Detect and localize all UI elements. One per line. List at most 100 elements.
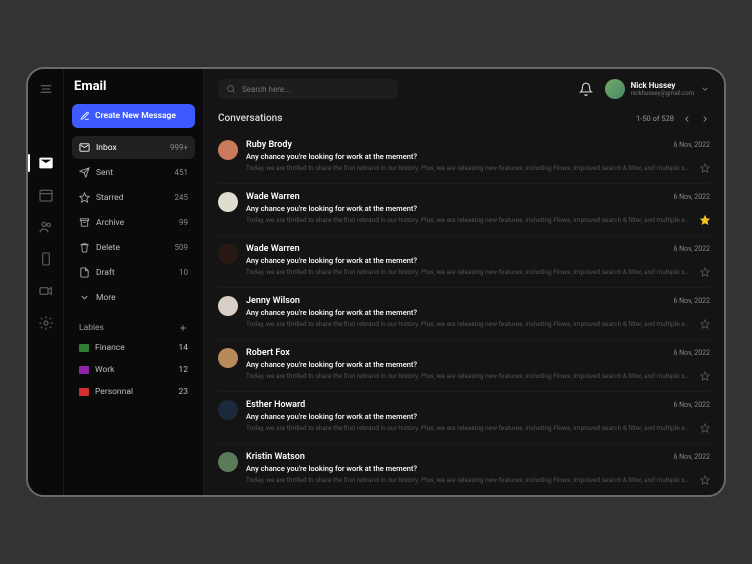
labels-header: Lables xyxy=(72,319,195,337)
avatar xyxy=(218,348,238,368)
more-icon xyxy=(79,292,90,303)
conversation-item[interactable]: Robert Fox 6 Nov, 2022 Any chance you're l… xyxy=(218,340,710,392)
create-message-button[interactable]: Create New Message xyxy=(72,104,195,128)
user-email: nickhussey@gmail.com xyxy=(631,90,694,97)
star-icon[interactable] xyxy=(700,475,710,485)
sidebar-item-more[interactable]: More xyxy=(72,286,195,309)
app-title: Email xyxy=(72,79,195,94)
label-swatch xyxy=(79,388,89,396)
label-count: 14 xyxy=(178,343,188,353)
conversation-item[interactable]: Esther Howard6 Nov, 2022Any chance you'r… xyxy=(218,392,710,444)
conversation-item[interactable]: Wade Warren 6 Nov, 2022 Any chance you're … xyxy=(218,236,710,288)
avatar xyxy=(218,140,238,160)
star-icon[interactable] xyxy=(700,423,710,433)
create-label: Create New Message xyxy=(95,111,176,121)
folder-count: 99 xyxy=(179,218,188,227)
conversation-preview: Today, we are thrilled to share the firs… xyxy=(246,268,692,276)
folder-label: Draft xyxy=(96,268,115,278)
video-icon[interactable] xyxy=(38,283,54,299)
conversation-subject: Any chance you're looking for work at th… xyxy=(246,256,710,265)
device-frame: Email Create New Message Inbox999+Sent45… xyxy=(26,67,726,497)
sender-name: Ruby Brody xyxy=(246,140,292,150)
notifications-icon[interactable] xyxy=(579,82,593,96)
user-menu[interactable]: Nick Hussey nickhussey@gmail.com xyxy=(605,79,710,99)
conversation-date: 6 Nov, 2022 xyxy=(674,401,710,409)
star-icon[interactable] xyxy=(700,163,710,173)
search-box[interactable] xyxy=(218,79,398,99)
avatar xyxy=(218,296,238,316)
user-name: Nick Hussey xyxy=(631,81,694,90)
sidebar-item-sent[interactable]: Sent451 xyxy=(72,161,195,184)
sidebar-item-starred[interactable]: Starred 245 xyxy=(72,186,195,209)
label-swatch xyxy=(79,344,89,352)
folder-label: More xyxy=(96,293,116,303)
list-header: Conversations 1-50 of 528 xyxy=(204,109,724,132)
search-icon xyxy=(226,84,236,94)
search-input[interactable] xyxy=(242,85,390,94)
starred-icon xyxy=(79,192,90,203)
inbox-icon xyxy=(79,142,90,153)
avatar xyxy=(605,79,625,99)
conversation-item[interactable]: Wade Warren6 Nov, 2022Any chance you're … xyxy=(218,184,710,236)
label-name: Finance xyxy=(95,343,125,353)
avatar xyxy=(218,452,238,472)
sidebar-item-delete[interactable]: Delete509 xyxy=(72,236,195,259)
star-icon[interactable] xyxy=(700,319,710,329)
delete-icon xyxy=(79,242,90,253)
folder-count: 245 xyxy=(175,193,189,202)
sender-name: Wade Warren xyxy=(246,244,300,254)
avatar xyxy=(218,400,238,420)
conversation-subject: Any chance you're looking for work at th… xyxy=(246,204,710,213)
folder-list: Inbox999+Sent451Starred245Archive99Delet… xyxy=(72,136,195,309)
conversation-item[interactable]: Jenny Wilson6 Nov, 2022Any chance you're… xyxy=(218,288,710,340)
labels-header-text: Lables xyxy=(79,323,104,333)
compose-icon xyxy=(80,111,90,121)
conversation-preview: Today, we are thrilled to share the firs… xyxy=(246,372,692,380)
sent-icon xyxy=(79,167,90,178)
pagination: 1-50 of 528 xyxy=(636,114,710,124)
calendar-icon[interactable] xyxy=(38,187,54,203)
conversation-item[interactable]: Kristin Watson6 Nov, 2022Any chance you'… xyxy=(218,444,710,495)
prev-page-icon[interactable] xyxy=(682,114,692,124)
star-icon[interactable] xyxy=(700,371,710,381)
avatar xyxy=(218,244,238,264)
topbar: Nick Hussey nickhussey@gmail.com xyxy=(204,69,724,109)
conversation-date: 6 Nov, 2022 xyxy=(674,297,710,305)
sender-name: Robert Fox xyxy=(246,348,290,358)
label-name: Work xyxy=(95,365,114,375)
users-icon[interactable] xyxy=(38,219,54,235)
conversation-subject: Any chance you're looking for work at th… xyxy=(246,360,710,369)
phone-icon[interactable] xyxy=(38,251,54,267)
folder-label: Starred xyxy=(96,193,123,203)
folder-label: Delete xyxy=(96,243,120,253)
label-item[interactable]: Personnal23 xyxy=(72,381,195,403)
page-info: 1-50 of 528 xyxy=(636,114,674,123)
conversation-date: 6 Nov, 2022 xyxy=(674,245,710,253)
label-swatch xyxy=(79,366,89,374)
conversation-list[interactable]: Ruby Brody 6 Nov, 2022 Any chance you're l… xyxy=(204,132,724,495)
folder-count: 999+ xyxy=(170,143,188,152)
sidebar: Email Create New Message Inbox999+Sent45… xyxy=(64,69,204,495)
conversation-preview: Today, we are thrilled to share the firs… xyxy=(246,164,692,172)
conversation-date: 6 Nov, 2022 xyxy=(674,453,710,461)
sidebar-item-archive[interactable]: Archive99 xyxy=(72,211,195,234)
settings-icon[interactable] xyxy=(38,315,54,331)
sidebar-item-inbox[interactable]: Inbox999+ xyxy=(72,136,195,159)
conversation-item[interactable]: Ruby Brody 6 Nov, 2022 Any chance you're l… xyxy=(218,132,710,184)
mail-icon[interactable] xyxy=(38,155,54,171)
label-item[interactable]: Work12 xyxy=(72,359,195,381)
sidebar-item-draft[interactable]: Draft10 xyxy=(72,261,195,284)
sender-name: Jenny Wilson xyxy=(246,296,300,306)
add-label-icon[interactable] xyxy=(178,323,188,333)
conversation-date: 6 Nov, 2022 xyxy=(674,349,710,357)
conversation-subject: Any chance you're looking for work at th… xyxy=(246,152,710,161)
conversation-preview: Today, we are thrilled to share the firs… xyxy=(246,320,692,328)
star-icon[interactable] xyxy=(700,267,710,277)
next-page-icon[interactable] xyxy=(700,114,710,124)
star-icon[interactable] xyxy=(700,215,710,225)
user-info: Nick Hussey nickhussey@gmail.com xyxy=(631,81,694,97)
label-item[interactable]: Finance 14 xyxy=(72,337,195,359)
menu-icon[interactable] xyxy=(38,81,54,97)
conversation-date: 6 Nov, 2022 xyxy=(674,141,710,149)
conversation-date: 6 Nov, 2022 xyxy=(674,193,710,201)
